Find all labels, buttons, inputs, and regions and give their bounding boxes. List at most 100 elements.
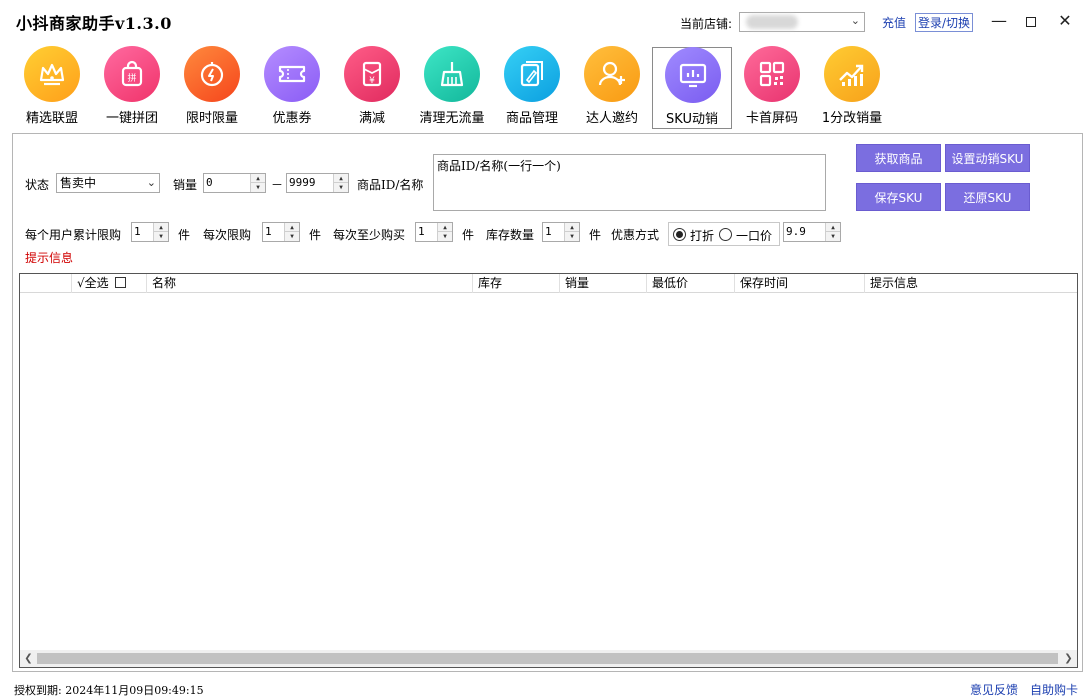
spin-down-icon[interactable]: ▼ (334, 183, 348, 192)
select-all-checkbox[interactable] (115, 277, 126, 288)
spin-up-icon[interactable]: ▲ (826, 223, 840, 232)
column-header-save-time[interactable]: 保存时间 (735, 274, 865, 293)
column-header-stock[interactable]: 库存 (473, 274, 560, 293)
per-order-limit-stepper[interactable]: 1 ▲▼ (262, 222, 300, 242)
select-all-label: √全选 (77, 276, 109, 290)
toolbar-item-label: 卡首屏码 (732, 107, 812, 126)
spin-up-icon[interactable]: ▲ (438, 223, 452, 232)
column-header-sales[interactable]: 销量 (560, 274, 647, 293)
save-sku-button[interactable]: 保存SKU (856, 183, 941, 211)
toolbar-item[interactable]: 限时限量 (172, 44, 252, 128)
spin-up-icon[interactable]: ▲ (251, 174, 265, 183)
get-products-button[interactable]: 获取商品 (856, 144, 941, 172)
product-table[interactable]: √全选 名称 库存 销量 最低价 保存时间 提示信息 ❮ ❯ (19, 273, 1078, 668)
stock-quantity-label: 库存数量 (486, 226, 534, 243)
toolbar-item-label: 优惠券 (252, 107, 332, 126)
toolbar-item[interactable]: ¥ 满减 (332, 44, 412, 128)
table-header: √全选 名称 库存 销量 最低价 保存时间 提示信息 (20, 274, 1077, 293)
scrollbar-thumb[interactable] (37, 653, 1058, 664)
product-id-textarea[interactable]: 商品ID/名称(一行一个) (433, 154, 826, 211)
toolbar-item-label: 满减 (332, 107, 412, 126)
sales-max-value: 9999 (289, 176, 316, 189)
unit-label: 件 (309, 226, 321, 243)
svg-text:拼: 拼 (127, 72, 136, 84)
sales-label: 销量 (173, 176, 197, 193)
toolbar-item[interactable]: 商品管理 (492, 44, 572, 128)
scroll-left-icon[interactable]: ❮ (20, 650, 37, 667)
spin-up-icon[interactable]: ▲ (285, 223, 299, 232)
spin-down-icon[interactable]: ▼ (565, 232, 579, 241)
discount-value-stepper[interactable]: 9.9 ▲▼ (783, 222, 841, 242)
status-select[interactable]: 售卖中 ⌄ (56, 173, 160, 193)
set-sku-button[interactable]: 设置动销SKU (945, 144, 1030, 172)
toolbar-item-label: 商品管理 (492, 107, 572, 126)
coupon-icon (264, 46, 320, 102)
spin-up-icon[interactable]: ▲ (565, 223, 579, 232)
spin-down-icon[interactable]: ▼ (438, 232, 452, 241)
spin-up-icon[interactable]: ▲ (154, 223, 168, 232)
toolbar-item-label: 达人邀约 (572, 107, 652, 126)
login-switch-link[interactable]: 登录/切换 (915, 13, 973, 32)
toolbar-item[interactable]: 优惠券 (252, 44, 332, 128)
broom-icon (424, 46, 480, 102)
spin-up-icon[interactable]: ▲ (334, 174, 348, 183)
qr-code-icon (744, 46, 800, 102)
stock-quantity-stepper[interactable]: 1 ▲▼ (542, 222, 580, 242)
store-name-redacted (746, 15, 798, 29)
column-header-min-price[interactable]: 最低价 (647, 274, 735, 293)
fixed-price-radio[interactable] (719, 228, 732, 241)
spin-down-icon[interactable]: ▼ (154, 232, 168, 241)
feedback-link[interactable]: 意见反馈 (970, 681, 1018, 698)
toolbar-item[interactable]: 达人邀约 (572, 44, 652, 128)
unit-label: 件 (589, 226, 601, 243)
discount-method-group: 打折 一口价 (668, 222, 780, 246)
spin-down-icon[interactable]: ▼ (251, 183, 265, 192)
column-header-hint[interactable]: 提示信息 (865, 274, 1077, 293)
sku-panel: 状态 售卖中 ⌄ 销量 0 ▲▼ － 9999 ▲▼ 商品ID/名称 商品ID/… (12, 133, 1083, 672)
spin-down-icon[interactable]: ▼ (826, 232, 840, 241)
maximize-icon[interactable] (1016, 8, 1046, 34)
app-title: 小抖商家助手v1.3.0 (16, 10, 172, 34)
discount-option-label: 打折 (690, 227, 714, 244)
sales-max-stepper[interactable]: 9999 ▲▼ (286, 173, 349, 193)
toolbar-item[interactable]: 清理无流量 (412, 44, 492, 128)
horizontal-scrollbar[interactable]: ❮ ❯ (20, 650, 1077, 667)
per-user-limit-label: 每个用户累计限购 (25, 226, 121, 243)
toolbar-item[interactable]: 精选联盟 (12, 44, 92, 128)
toolbar-item-label: 一键拼团 (92, 107, 172, 126)
store-label: 当前店铺: (680, 15, 732, 32)
toolbar-item-label: SKU动销 (653, 108, 731, 127)
timer-icon (184, 46, 240, 102)
sales-min-value: 0 (206, 176, 213, 189)
toolbar-item[interactable]: 卡首屏码 (732, 44, 812, 128)
restore-sku-button[interactable]: 还原SKU (945, 183, 1030, 211)
per-user-limit-stepper[interactable]: 1 ▲▼ (131, 222, 169, 242)
chevron-down-icon: ⌄ (851, 14, 860, 27)
close-icon[interactable]: ✕ (1050, 8, 1080, 34)
discount-radio[interactable] (673, 228, 686, 241)
scroll-right-icon[interactable]: ❯ (1060, 650, 1077, 667)
discount-value: 9.9 (786, 225, 806, 238)
per-order-limit-value: 1 (265, 225, 272, 238)
unit-label: 件 (462, 226, 474, 243)
minimize-icon[interactable]: — (984, 8, 1014, 34)
column-header-name[interactable]: 名称 (147, 274, 473, 293)
hint-message: 提示信息 (25, 249, 73, 266)
toolbar-item[interactable]: 拼一键拼团 (92, 44, 172, 128)
yen-envelope-icon: ¥ (344, 46, 400, 102)
buy-card-link[interactable]: 自助购卡 (1030, 681, 1078, 698)
stock-quantity-value: 1 (545, 225, 552, 238)
recharge-link[interactable]: 充值 (882, 14, 906, 31)
spin-down-icon[interactable]: ▼ (285, 232, 299, 241)
select-all-header[interactable]: √全选 (72, 274, 147, 293)
status-select-value: 售卖中 (60, 176, 96, 190)
toolbar-item[interactable]: 1分改销量 (812, 44, 892, 128)
store-select[interactable]: ⌄ (739, 12, 865, 32)
product-id-label: 商品ID/名称 (357, 176, 423, 193)
per-order-limit-label: 每次限购 (203, 226, 251, 243)
toolbar-item-label: 限时限量 (172, 107, 252, 126)
min-buy-stepper[interactable]: 1 ▲▼ (415, 222, 453, 242)
sales-min-stepper[interactable]: 0 ▲▼ (203, 173, 266, 193)
toolbar-item[interactable]: SKU动销 (652, 47, 732, 129)
min-buy-value: 1 (418, 225, 425, 238)
